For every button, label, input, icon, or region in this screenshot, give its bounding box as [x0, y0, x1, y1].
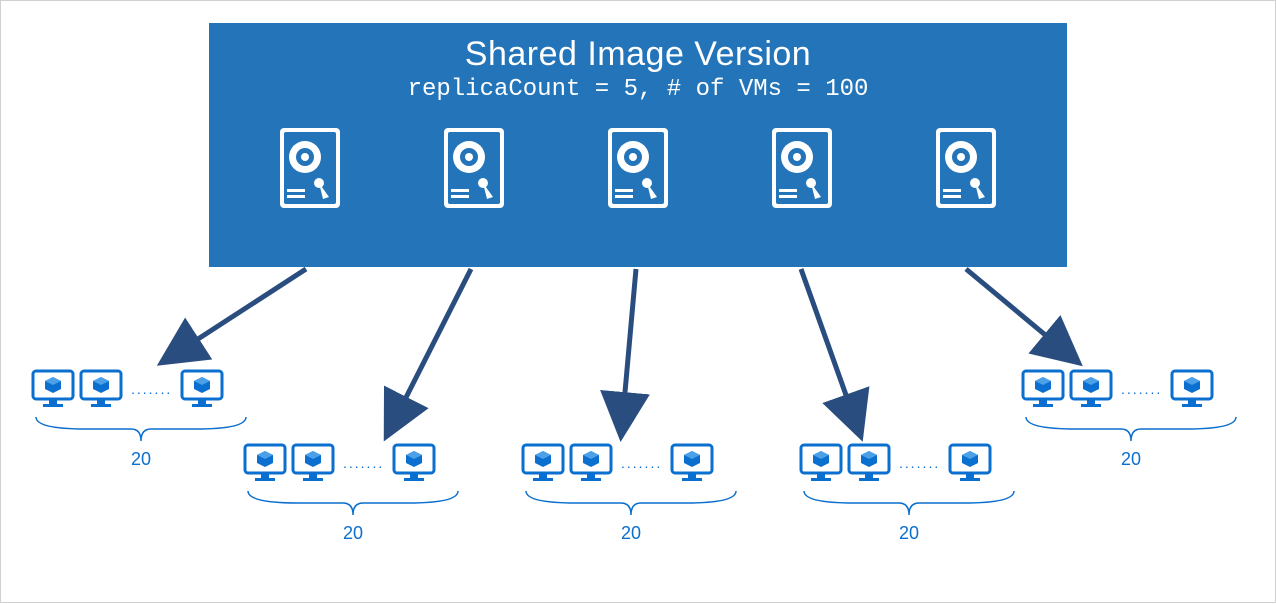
disk-icon [771, 127, 833, 209]
vm-group: ....... [1021, 369, 1214, 409]
vm-icon [670, 443, 714, 483]
vm-icon [1170, 369, 1214, 409]
ellipsis: ....... [339, 455, 388, 471]
ellipsis: ....... [895, 455, 944, 471]
vm-icon [1021, 369, 1065, 409]
ellipsis: ....... [127, 381, 176, 397]
disk-icon [935, 127, 997, 209]
vm-count-label: 20 [889, 523, 929, 544]
vm-icon [799, 443, 843, 483]
disk-icon [443, 127, 505, 209]
ellipsis: ....... [617, 455, 666, 471]
disk-row [209, 127, 1067, 209]
vm-icon [79, 369, 123, 409]
vm-count-label: 20 [611, 523, 651, 544]
vm-icon [392, 443, 436, 483]
ellipsis: ....... [1117, 381, 1166, 397]
brace [31, 415, 251, 445]
vm-group: ....... [521, 443, 714, 483]
shared-subtitle: replicaCount = 5, # of VMs = 100 [209, 76, 1067, 103]
vm-icon [569, 443, 613, 483]
vm-icon [521, 443, 565, 483]
vm-icon [1069, 369, 1113, 409]
vm-group: ....... [799, 443, 992, 483]
brace [243, 489, 463, 519]
vm-icon [948, 443, 992, 483]
brace [521, 489, 741, 519]
vm-icon [31, 369, 75, 409]
vm-count-label: 20 [121, 449, 161, 470]
vm-group: ....... [31, 369, 224, 409]
disk-icon [607, 127, 669, 209]
vm-icon [291, 443, 335, 483]
shared-title: Shared Image Version [209, 35, 1067, 74]
vm-count-label: 20 [1111, 449, 1151, 470]
vm-icon [243, 443, 287, 483]
disk-icon [279, 127, 341, 209]
vm-count-label: 20 [333, 523, 373, 544]
brace [799, 489, 1019, 519]
vm-icon [847, 443, 891, 483]
brace [1021, 415, 1241, 445]
vm-icon [180, 369, 224, 409]
shared-image-version-box: Shared Image Version replicaCount = 5, #… [209, 23, 1067, 267]
vm-group: ....... [243, 443, 436, 483]
